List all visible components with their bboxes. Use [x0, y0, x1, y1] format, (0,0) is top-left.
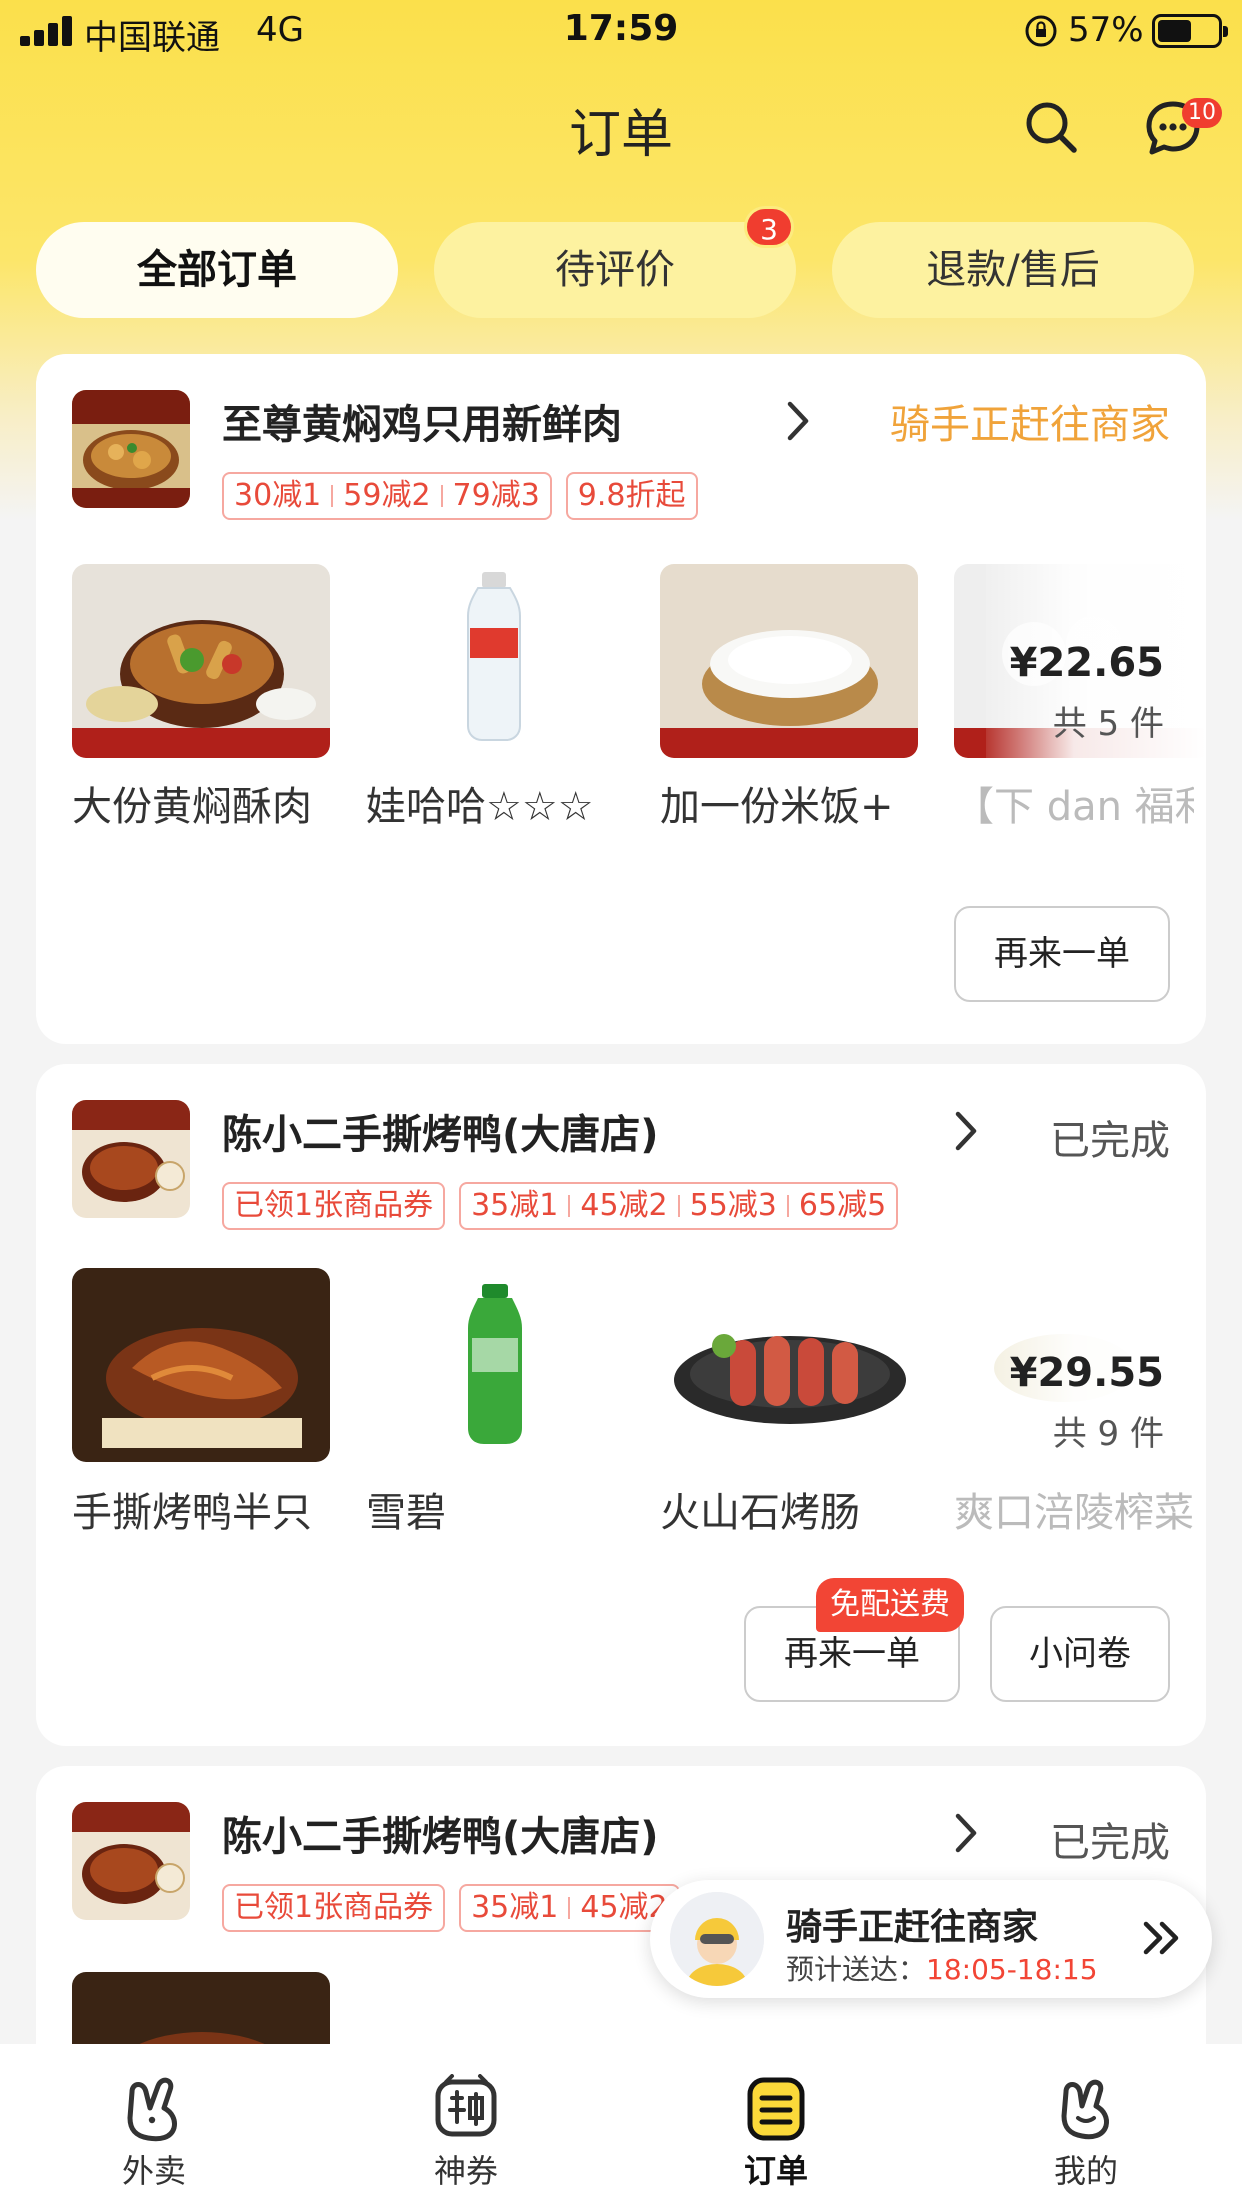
nav-item-coupons[interactable]: 神券	[386, 2044, 546, 2208]
nav-label: 我的	[1053, 2152, 1118, 2190]
discount-tag: 35减1 45减2	[459, 1884, 680, 1932]
item-name: 【下 dan 福利	[954, 784, 1194, 830]
item-image	[660, 564, 918, 758]
shop-logo[interactable]	[72, 390, 190, 508]
bottom-nav: 外卖 神券 订单 我的	[0, 2044, 1242, 2208]
survey-button[interactable]: 小问卷	[990, 1606, 1170, 1702]
shop-name[interactable]: 陈小二手撕烤鸭(大唐店)	[222, 1102, 659, 1160]
nav-item-takeout[interactable]: 外卖	[74, 2044, 234, 2208]
nav-label: 神券	[433, 2152, 498, 2190]
chevron-right-icon[interactable]	[948, 1106, 984, 1156]
status-bar: 中国联通 4G 17:59 57%	[0, 0, 1242, 62]
item-name: 雪碧	[366, 1490, 446, 1536]
item-name: 手撕烤鸭半只	[72, 1490, 312, 1536]
order-total-price: ¥29.55	[1009, 1350, 1164, 1396]
rider-status-bar[interactable]: 骑手正赶往商家 预计送达：18:05-18:15	[650, 1880, 1212, 1998]
message-badge: 10	[1182, 98, 1222, 128]
shop-logo[interactable]	[72, 1802, 190, 1920]
nav-label: 订单	[743, 2152, 808, 2190]
search-icon[interactable]	[1020, 96, 1082, 158]
order-total-price: ¥22.65	[1009, 640, 1164, 686]
shop-logo[interactable]	[72, 1100, 190, 1218]
profile-icon	[1061, 2079, 1109, 2140]
coupon-tag: 已领1张商品券	[222, 1884, 446, 1932]
tab-refund-aftersale[interactable]: 退款/售后	[832, 222, 1194, 318]
discount-tier: 65减5	[798, 1188, 887, 1223]
battery-level	[1158, 20, 1191, 42]
coupon-text: 已领1张商品券	[234, 1890, 434, 1925]
rotation-lock-icon	[1025, 15, 1057, 47]
nav-item-orders[interactable]: 订单	[696, 2044, 856, 2208]
discount-tier: 79减3	[452, 478, 540, 513]
rider-avatar	[670, 1892, 764, 1986]
order-item-count: 共 9 件	[1052, 1414, 1164, 1454]
promo-tags: 已领1张商品券 35减1 45减2 55减3 65减5	[222, 1182, 899, 1230]
promo-tags: 30减1 59减2 79减3 9.8折起	[222, 472, 698, 520]
item-name: 爽口涪陵榨菜	[954, 1490, 1194, 1536]
discount-tag: 30减1 59减2 79减3	[222, 472, 552, 520]
item-name: 大份黄焖酥肉	[72, 784, 312, 830]
nav-item-profile[interactable]: 我的	[1006, 2044, 1166, 2208]
discount-tier: 30减1	[234, 478, 322, 513]
tab-all-orders[interactable]: 全部订单	[36, 222, 398, 318]
order-item-count: 共 5 件	[1052, 704, 1164, 744]
discount-tier: 45减2	[580, 1188, 668, 1223]
eta-time: 18:05-18:15	[926, 1953, 1098, 1986]
item-image	[366, 1268, 624, 1462]
shop-name[interactable]: 陈小二手撕烤鸭(大唐店)	[222, 1804, 659, 1862]
order-status: 已完成	[1050, 1118, 1170, 1164]
rabbit-icon	[127, 2077, 177, 2142]
nav-label: 外卖	[121, 2152, 186, 2190]
item-image	[72, 1268, 330, 1462]
item-name: 火山石烤肠	[660, 1490, 860, 1536]
battery-percent: 57%	[1068, 10, 1144, 50]
order-status: 骑手正赶往商家	[890, 402, 1170, 448]
discount-tag: 9.8折起	[565, 472, 698, 520]
chevron-right-icon[interactable]	[780, 396, 816, 446]
coupon-icon	[435, 2074, 497, 2137]
item-image	[660, 1268, 918, 1462]
eta: 预计送达：18:05-18:15	[786, 1948, 1098, 1988]
discount-tier: 59减2	[343, 478, 431, 513]
discount-tier: 55减3	[689, 1188, 777, 1223]
tab-pending-review[interactable]: 待评价	[434, 222, 796, 318]
item-name: 加一份米饭+	[660, 784, 894, 830]
coupon-text: 已领1张商品券	[234, 1188, 434, 1223]
order-card[interactable]: 陈小二手撕烤鸭(大唐店) 已完成 已领1张商品券 35减1 45减2 55减3 …	[36, 1064, 1206, 1746]
discount-tag: 35减1 45减2 55减3 65减5	[459, 1182, 899, 1230]
double-chevron-right-icon[interactable]	[1140, 1916, 1184, 1960]
item-name: 娃哈哈☆☆☆	[366, 784, 594, 830]
discount-tier: 35减1	[471, 1890, 559, 1925]
discount-tier: 9.8折起	[577, 478, 686, 513]
shop-name[interactable]: 至尊黄焖鸡只用新鲜肉	[222, 392, 622, 450]
item-image	[366, 564, 624, 758]
battery-icon	[1152, 14, 1228, 48]
pending-review-badge: 3	[744, 206, 794, 248]
order-card[interactable]: 至尊黄焖鸡只用新鲜肉 骑手正赶往商家 30减1 59减2 79减3 9.8折起	[36, 354, 1206, 1044]
promo-tags: 已领1张商品券 35减1 45减2	[222, 1884, 680, 1932]
order-icon	[747, 2077, 805, 2141]
free-delivery-badge: 免配送费	[816, 1578, 964, 1632]
item-image	[72, 564, 330, 758]
discount-tier: 35减1	[471, 1188, 559, 1223]
coupon-tag: 已领1张商品券	[222, 1182, 446, 1230]
order-status: 已完成	[1050, 1820, 1170, 1866]
chevron-right-icon[interactable]	[948, 1808, 984, 1858]
rider-status-text: 骑手正赶往商家	[786, 1907, 1039, 1948]
reorder-button[interactable]: 再来一单	[954, 906, 1170, 1002]
eta-label: 预计送达：	[786, 1953, 927, 1986]
